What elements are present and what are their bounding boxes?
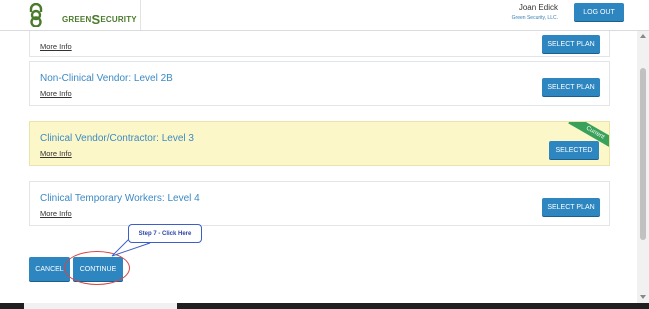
scrollbar[interactable] bbox=[637, 30, 649, 303]
more-info-link[interactable]: More Info bbox=[40, 209, 72, 218]
select-plan-button[interactable]: SELECT PLAN bbox=[542, 78, 600, 96]
continue-button[interactable]: CONTINUE bbox=[73, 257, 123, 281]
user-company: Green Security, LLC. bbox=[511, 15, 558, 21]
scroll-down-arrow-icon[interactable] bbox=[640, 295, 646, 299]
select-plan-button[interactable]: SELECT PLAN bbox=[542, 35, 600, 53]
taskbar-search[interactable] bbox=[24, 303, 177, 309]
brand-s: S bbox=[91, 12, 101, 27]
brand-word-right: ECURITY bbox=[100, 15, 137, 24]
current-ribbon-label: Current bbox=[568, 122, 609, 150]
plan-card: Clinical Temporary Workers: Level 4 More… bbox=[29, 181, 610, 226]
user-name: Joan Edick bbox=[518, 3, 558, 12]
scroll-thumb[interactable] bbox=[640, 68, 646, 240]
plan-title: Non-Clinical Vendor: Level 2B bbox=[40, 73, 173, 84]
current-ribbon: Current bbox=[565, 122, 609, 150]
more-info-link[interactable]: More Info bbox=[40, 42, 72, 51]
cancel-button[interactable]: CANCEL bbox=[29, 257, 70, 281]
more-info-link[interactable]: More Info bbox=[40, 89, 72, 98]
scroll-up-arrow-icon[interactable] bbox=[640, 34, 646, 38]
plan-card-current: Clinical Vendor/Contractor: Level 3 More… bbox=[29, 121, 610, 166]
more-info-link[interactable]: More Info bbox=[40, 149, 72, 158]
brand-word-left: GREEN bbox=[62, 15, 92, 24]
header-divider bbox=[140, 0, 141, 30]
plan-title: Clinical Vendor/Contractor: Level 3 bbox=[40, 133, 194, 144]
plan-card: Non-Clinical Vendor: Level 2B More Info … bbox=[29, 61, 610, 106]
select-plan-button[interactable]: SELECT PLAN bbox=[542, 198, 600, 216]
plan-card: More Info SELECT PLAN bbox=[29, 30, 610, 57]
plan-title: Clinical Temporary Workers: Level 4 bbox=[40, 193, 200, 204]
green-security-logo-icon[interactable] bbox=[27, 3, 45, 27]
top-header: GREENSECURITY Joan Edick Green Security,… bbox=[0, 0, 649, 31]
brand-wordmark: GREENSECURITY bbox=[62, 10, 137, 27]
logout-button[interactable]: LOG OUT bbox=[574, 3, 624, 21]
step-callout: Step 7 - Click Here bbox=[128, 224, 202, 243]
